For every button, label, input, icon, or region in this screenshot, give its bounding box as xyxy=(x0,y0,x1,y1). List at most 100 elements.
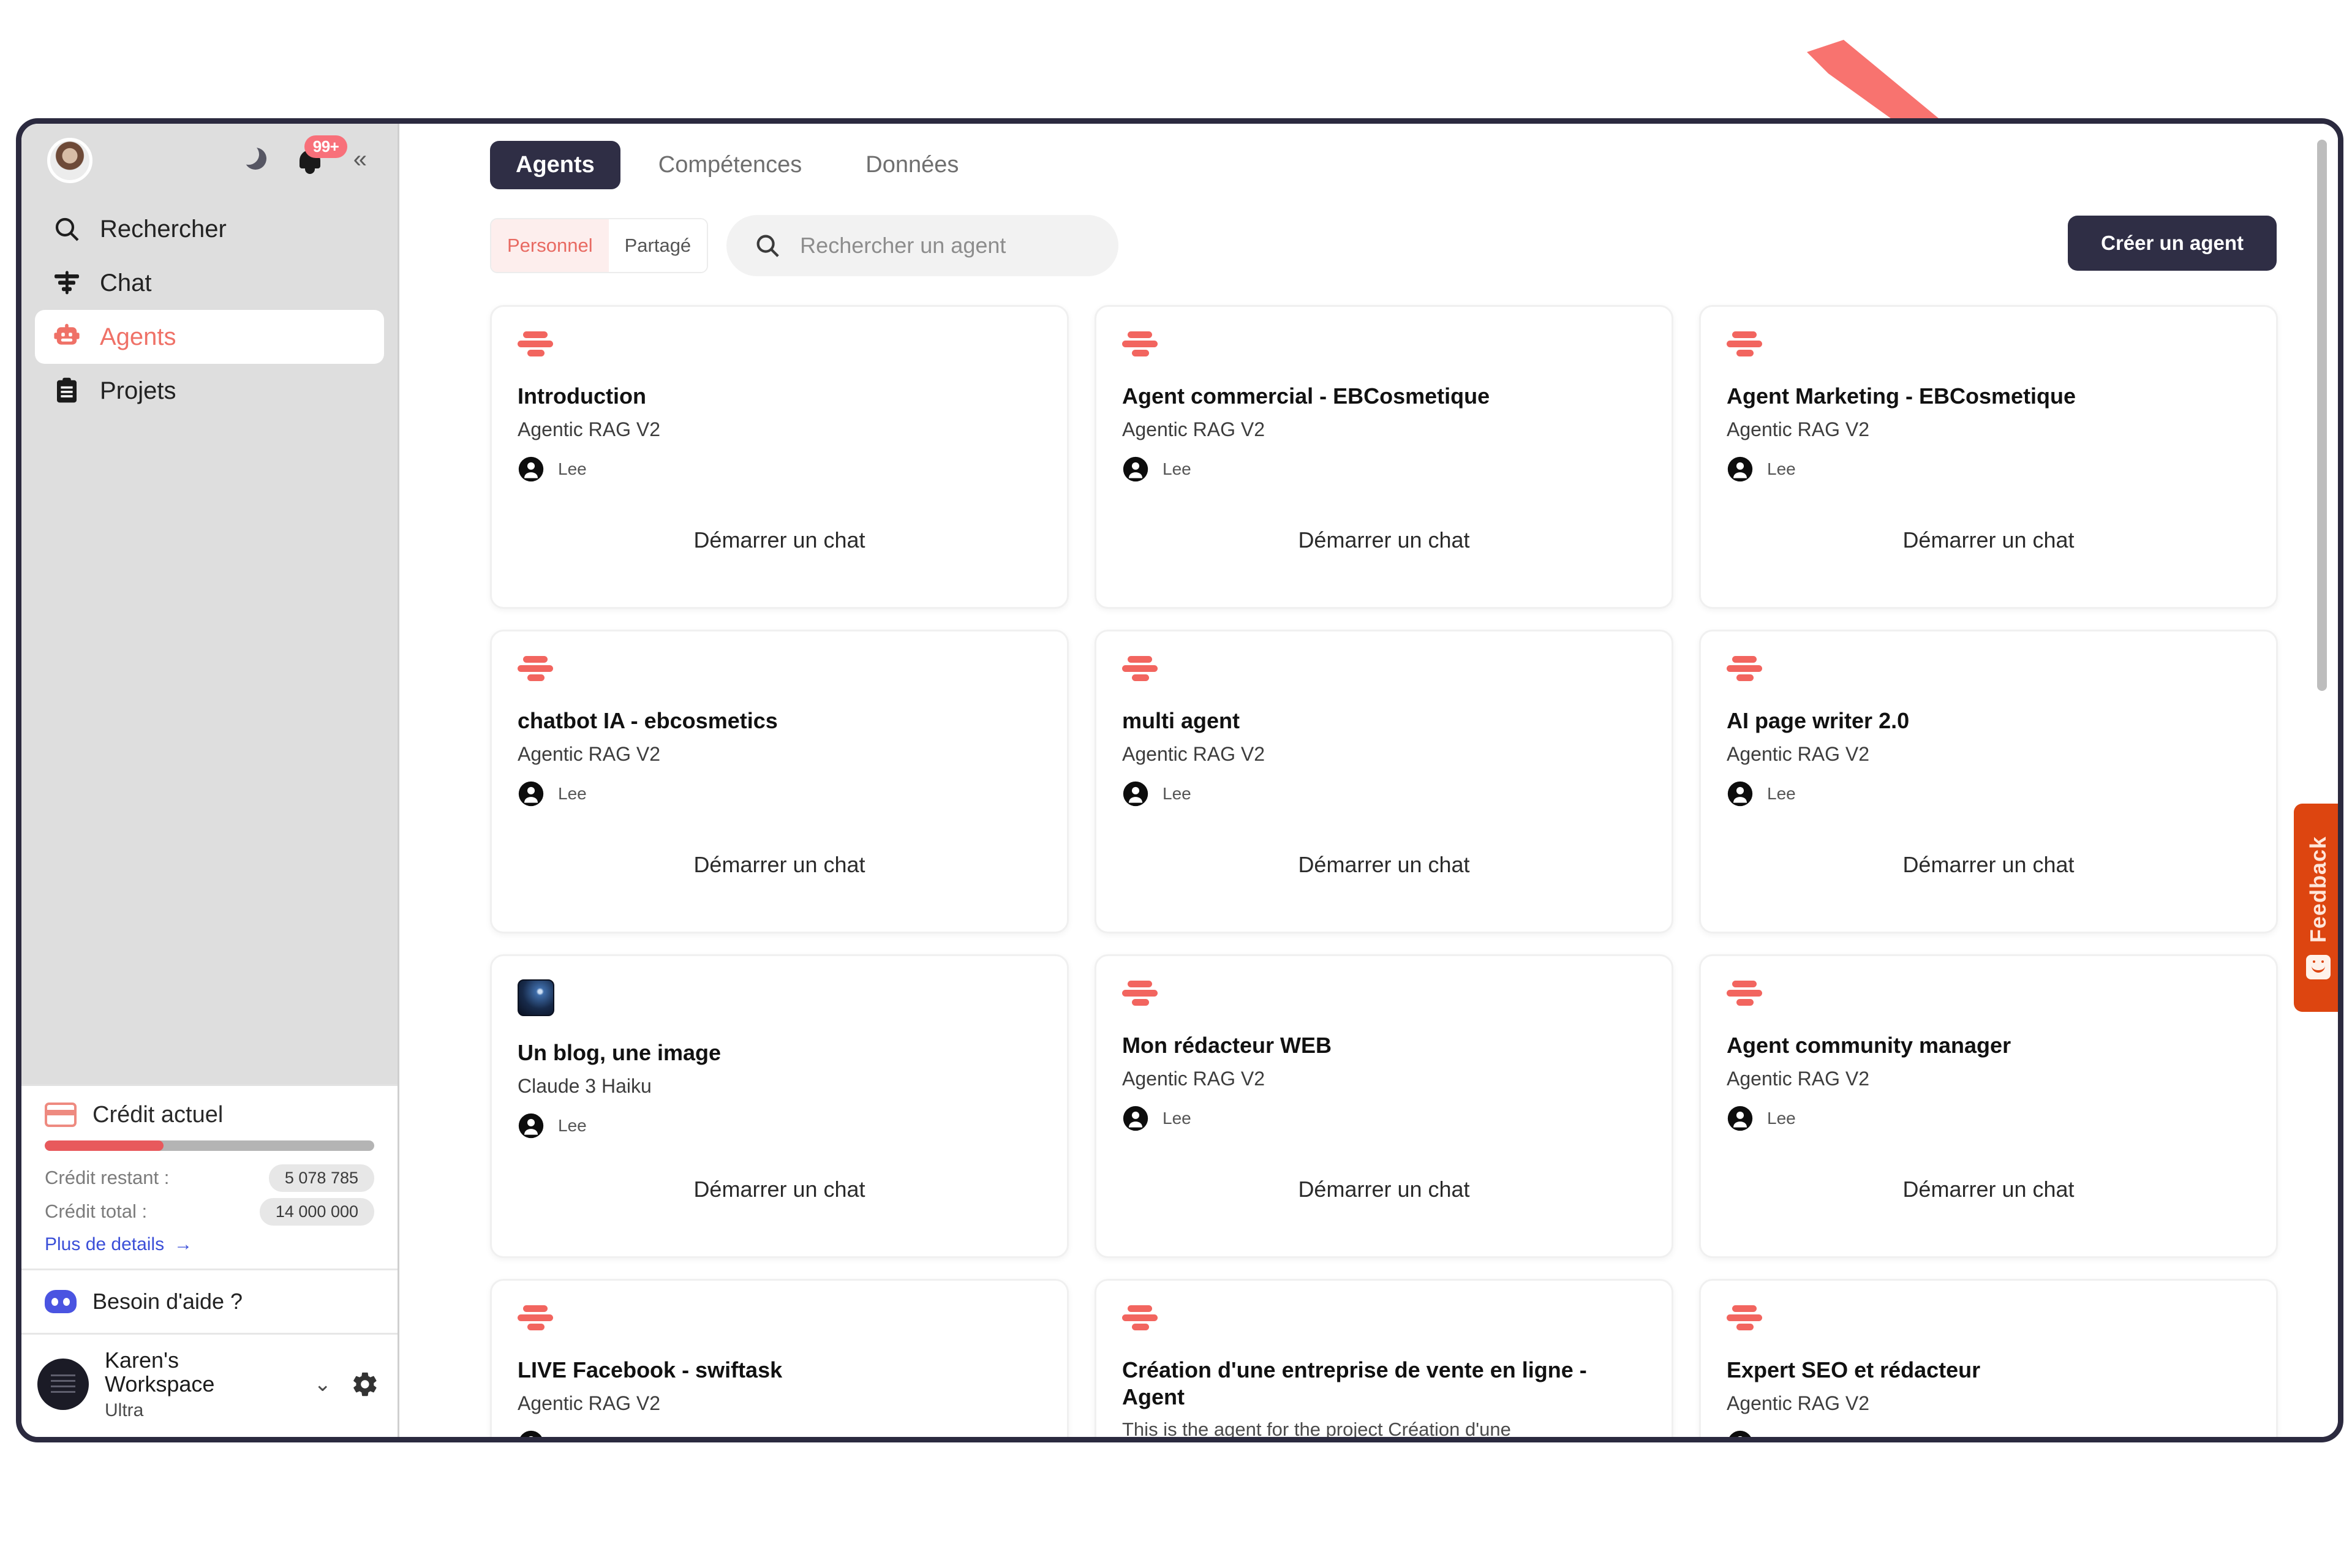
tab-competences[interactable]: Compétences xyxy=(633,141,827,189)
swiftask-logo-icon xyxy=(518,655,553,684)
agent-title: chatbot IA - ebcosmetics xyxy=(518,708,778,733)
person-icon xyxy=(518,781,544,807)
person-icon xyxy=(518,456,544,482)
agent-owner-name: Lee xyxy=(1767,1108,1796,1128)
agents-grid: Introduction Agentic RAG V2 Lee Démarrer… xyxy=(490,305,2278,1437)
sidebar-item-label: Projets xyxy=(100,377,176,404)
person-icon xyxy=(1727,781,1753,807)
sidebar-item-rechercher[interactable]: Rechercher xyxy=(35,202,384,256)
start-chat-button[interactable]: Démarrer un chat xyxy=(492,527,1067,553)
more-details-link[interactable]: Plus de details → xyxy=(45,1234,374,1255)
sidebar-item-projets[interactable]: Projets xyxy=(35,364,384,418)
agent-card[interactable]: LIVE Facebook - swiftask Agentic RAG V2 … xyxy=(490,1279,1069,1437)
collapse-sidebar-icon[interactable]: « xyxy=(353,147,367,172)
vertical-scrollbar[interactable] xyxy=(2317,140,2327,691)
agent-owner: Lee xyxy=(518,1430,1041,1437)
search-agent-field[interactable]: Rechercher un agent xyxy=(726,215,1119,276)
swiftask-logo-icon xyxy=(1727,979,1762,1009)
agent-model: Agentic RAG V2 xyxy=(518,418,660,440)
agent-owner: Lee xyxy=(1122,780,1646,807)
sidebar-header: 99+ « xyxy=(21,124,398,183)
agent-owner: Lee xyxy=(1122,1105,1646,1132)
tab-donnees[interactable]: Données xyxy=(840,141,984,189)
gear-icon[interactable] xyxy=(351,1370,379,1398)
agent-card[interactable]: Mon rédacteur WEB Agentic RAG V2 Lee Dém… xyxy=(1095,954,1673,1258)
start-chat-button[interactable]: Démarrer un chat xyxy=(1096,527,1672,553)
start-chat-button[interactable]: Démarrer un chat xyxy=(1096,852,1672,878)
agent-description: This is the agent for the project Créati… xyxy=(1122,1418,1511,1437)
sidebar-item-chat[interactable]: Chat xyxy=(35,256,384,310)
notification-badge: 99+ xyxy=(304,135,348,158)
create-agent-button[interactable]: Créer un agent xyxy=(2068,216,2277,271)
start-chat-button[interactable]: Démarrer un chat xyxy=(1701,852,2276,878)
app-window: 99+ « Rechercher Chat Agents Projets Cré… xyxy=(16,118,2343,1442)
sidebar-item-agents[interactable]: Agents xyxy=(35,310,384,364)
sidebar-header-actions: 99+ « xyxy=(238,135,372,176)
sidebar-nav: Rechercher Chat Agents Projets xyxy=(21,180,398,418)
tab-agents[interactable]: Agents xyxy=(490,141,620,189)
agent-owner: Lee xyxy=(1727,1105,2250,1132)
person-icon xyxy=(1727,1106,1753,1131)
start-chat-button[interactable]: Démarrer un chat xyxy=(1096,1177,1672,1202)
robot-icon xyxy=(54,323,80,345)
agent-title: Agent Marketing - EBCosmetique xyxy=(1727,383,2076,409)
person-icon xyxy=(1123,1106,1148,1131)
agent-owner-name: Lee xyxy=(558,1433,587,1437)
agent-title: Agent commercial - EBCosmetique xyxy=(1122,383,1490,409)
agent-card[interactable]: Agent Marketing - EBCosmetique Agentic R… xyxy=(1699,305,2278,609)
help-label: Besoin d'aide ? xyxy=(92,1288,243,1314)
swiftask-logo-icon xyxy=(1122,979,1158,1009)
agent-card[interactable]: Introduction Agentic RAG V2 Lee Démarrer… xyxy=(490,305,1069,609)
agent-owner: Lee xyxy=(518,1112,1041,1139)
agent-owner: Lee xyxy=(1727,456,2250,483)
credit-progress-bar xyxy=(45,1140,374,1151)
credit-remaining-label: Crédit restant : xyxy=(45,1167,170,1189)
agent-card[interactable]: Agent commercial - EBCosmetique Agentic … xyxy=(1095,305,1673,609)
credit-remaining-row: Crédit restant : 5 078 785 xyxy=(45,1164,374,1192)
swiftask-logo-icon xyxy=(1727,1304,1762,1333)
credit-title: Crédit actuel xyxy=(92,1101,224,1128)
agent-model: Agentic RAG V2 xyxy=(1727,418,1869,440)
agent-card[interactable]: Expert SEO et rédacteur Agentic RAG V2 L… xyxy=(1699,1279,2278,1437)
agent-owner: Lee xyxy=(518,456,1041,483)
scope-partage-button[interactable]: Partagé xyxy=(608,219,707,272)
agent-card[interactable]: multi agent Agentic RAG V2 Lee Démarrer … xyxy=(1095,630,1673,933)
start-chat-button[interactable]: Démarrer un chat xyxy=(492,1177,1067,1202)
chevron-down-icon[interactable]: ⌄ xyxy=(311,1372,336,1396)
help-link[interactable]: Besoin d'aide ? xyxy=(21,1268,398,1333)
agent-model: Agentic RAG V2 xyxy=(1727,1067,1869,1090)
agent-card[interactable]: Agent community manager Agentic RAG V2 L… xyxy=(1699,954,2278,1258)
agent-card[interactable]: Création d'une entreprise de vente en li… xyxy=(1095,1279,1673,1437)
toolbar: Personnel Partagé Rechercher un agent xyxy=(399,189,2338,276)
swiftask-logo-icon xyxy=(518,1304,553,1333)
user-avatar[interactable] xyxy=(47,138,92,183)
start-chat-button[interactable]: Démarrer un chat xyxy=(1701,1177,2276,1202)
agent-owner-name: Lee xyxy=(1767,783,1796,803)
credit-total-value: 14 000 000 xyxy=(259,1197,374,1226)
agent-card[interactable]: Un blog, une image Claude 3 Haiku Lee Dé… xyxy=(490,954,1069,1258)
agent-owner: Lee xyxy=(1727,1430,2250,1437)
sidebar: 99+ « Rechercher Chat Agents Projets Cré… xyxy=(21,124,399,1437)
agent-title: Mon rédacteur WEB xyxy=(1122,1033,1332,1058)
swiftask-logo-icon xyxy=(518,330,553,360)
person-icon xyxy=(1123,456,1148,482)
agent-owner-name: Lee xyxy=(558,1115,587,1135)
swiftask-logo-icon xyxy=(1122,330,1158,360)
scope-personnel-button[interactable]: Personnel xyxy=(491,219,609,272)
start-chat-button[interactable]: Démarrer un chat xyxy=(1701,527,2276,553)
agent-owner-name: Lee xyxy=(558,783,587,803)
agent-card[interactable]: chatbot IA - ebcosmetics Agentic RAG V2 … xyxy=(490,630,1069,933)
agent-card[interactable]: AI page writer 2.0 Agentic RAG V2 Lee Dé… xyxy=(1699,630,2278,933)
agent-owner-name: Lee xyxy=(1163,1108,1191,1128)
workspace-plan: Ultra xyxy=(105,1400,144,1420)
dark-mode-moon-icon[interactable] xyxy=(238,144,269,175)
feedback-tab-button[interactable]: Feedback xyxy=(2294,804,2338,1012)
credit-total-label: Crédit total : xyxy=(45,1200,148,1223)
agent-model: Agentic RAG V2 xyxy=(1727,1392,1869,1414)
workspace-switcher[interactable]: Karen's Workspace Ultra ⌄ xyxy=(21,1332,398,1437)
start-chat-button[interactable]: Démarrer un chat xyxy=(492,852,1067,878)
credit-card-icon xyxy=(45,1102,77,1128)
notifications-bell-button[interactable]: 99+ xyxy=(297,135,348,176)
workspace-text: Karen's Workspace Ultra xyxy=(105,1348,295,1421)
